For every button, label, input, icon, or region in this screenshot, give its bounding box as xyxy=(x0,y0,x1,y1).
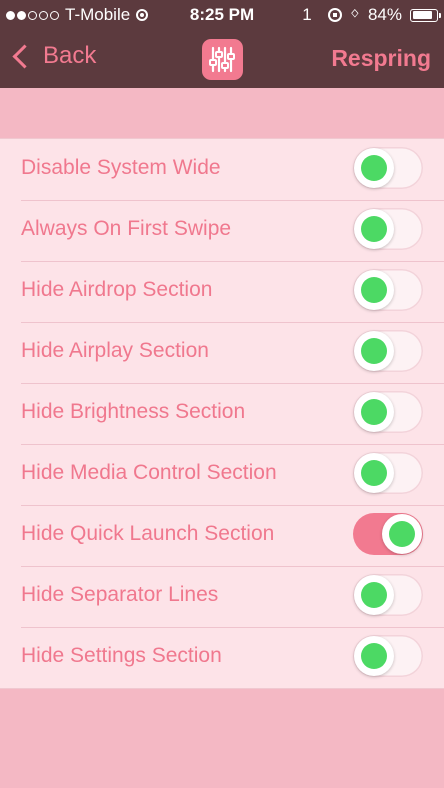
setting-row: Hide Airplay Section xyxy=(0,322,444,383)
setting-label: Hide Settings Section xyxy=(21,644,222,667)
toggle-knob xyxy=(354,636,394,676)
toggle-knob xyxy=(354,331,394,371)
setting-label: Hide Separator Lines xyxy=(21,583,219,606)
sliders-icon xyxy=(202,39,243,80)
setting-toggle[interactable] xyxy=(353,452,423,494)
toggle-knob xyxy=(354,453,394,493)
setting-toggle[interactable] xyxy=(353,208,423,250)
setting-label: Hide Brightness Section xyxy=(21,400,246,423)
setting-label: Disable System Wide xyxy=(21,156,221,179)
rotation-lock-icon xyxy=(327,8,342,22)
setting-label: Always On First Swipe xyxy=(21,217,232,240)
toggle-knob xyxy=(354,575,394,615)
unread-count: 1 xyxy=(302,5,312,24)
setting-row: Hide Settings Section xyxy=(0,627,444,688)
setting-toggle[interactable] xyxy=(353,635,423,677)
setting-toggle[interactable] xyxy=(353,147,423,189)
setting-row: Hide Media Control Section xyxy=(0,444,444,505)
setting-row: Hide Airdrop Section xyxy=(0,261,444,322)
toggle-knob xyxy=(354,270,394,310)
setting-row: Always On First Swipe xyxy=(0,200,444,261)
setting-label: Hide Media Control Section xyxy=(21,461,277,484)
setting-row: Hide Quick Launch Section xyxy=(0,505,444,566)
settings-list: Disable System Wide Always On First Swipe… xyxy=(0,138,444,689)
setting-label: Hide Airplay Section xyxy=(21,339,209,362)
setting-label: Hide Quick Launch Section xyxy=(21,522,275,545)
toggle-knob xyxy=(354,148,394,188)
setting-row: Hide Brightness Section xyxy=(0,383,444,444)
chevron-left-icon xyxy=(12,43,37,69)
toggle-knob xyxy=(354,392,394,432)
battery-fill xyxy=(412,11,432,19)
setting-row: Disable System Wide xyxy=(0,139,444,200)
setting-toggle[interactable] xyxy=(353,269,423,311)
back-label: Back xyxy=(43,42,97,69)
setting-toggle[interactable] xyxy=(353,513,423,555)
back-button[interactable]: Back xyxy=(12,42,96,70)
status-bar: T-Mobile 8:25 PM 1 ᛜ 84% xyxy=(0,0,444,30)
setting-label: Hide Airdrop Section xyxy=(21,278,213,301)
status-right: 1 ᛜ 84% xyxy=(302,5,441,25)
top-bar: T-Mobile 8:25 PM 1 ᛜ 84% Back Respring xyxy=(0,0,444,88)
battery-percent: 84% xyxy=(367,5,402,24)
setting-toggle[interactable] xyxy=(353,391,423,433)
battery-icon xyxy=(410,8,441,22)
toggle-knob xyxy=(382,514,422,554)
bluetooth-icon: ᛜ xyxy=(349,5,360,24)
navigation-bar: Back Respring xyxy=(0,30,444,88)
setting-toggle[interactable] xyxy=(353,574,423,616)
setting-row: Hide Separator Lines xyxy=(0,566,444,627)
toggle-knob xyxy=(354,209,394,249)
setting-toggle[interactable] xyxy=(353,330,423,372)
respring-button[interactable]: Respring xyxy=(331,45,431,72)
